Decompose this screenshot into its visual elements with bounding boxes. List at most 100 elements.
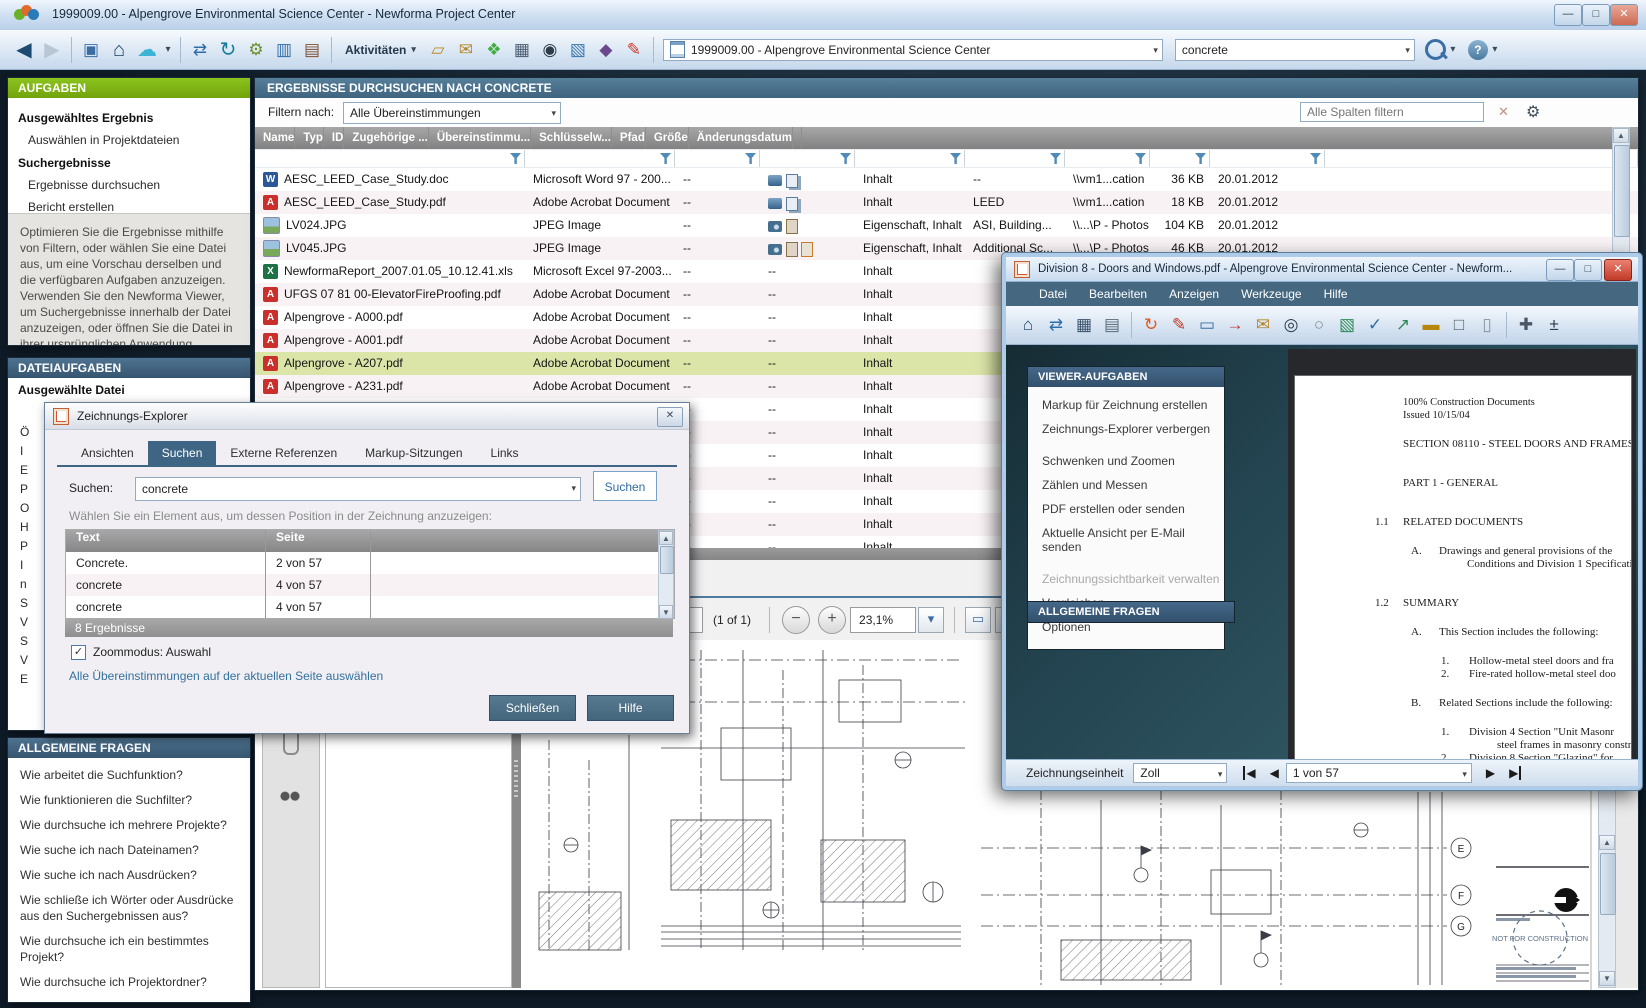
zoom-caret-button[interactable]: ▾ xyxy=(918,607,944,633)
pdf-markup-icon[interactable]: ✎ xyxy=(1166,311,1192,339)
zoom-in-button[interactable]: + xyxy=(818,606,846,634)
next-page-icon[interactable]: ▶ xyxy=(1486,766,1495,780)
zoom-out-button[interactable]: − xyxy=(782,606,810,634)
table-row[interactable]: AESC_LEED_Case_Study.pdf Adobe Acrobat D… xyxy=(255,191,1638,214)
search-icon[interactable] xyxy=(1425,39,1446,60)
select-in-project-files-link[interactable]: Auswählen in Projektdateien xyxy=(18,129,250,151)
column-header[interactable]: Änderungsdatum xyxy=(689,127,793,149)
column-header[interactable]: Typ xyxy=(295,127,324,149)
viewer-task-link[interactable]: PDF erstellen oder senden xyxy=(1028,497,1224,521)
toolbar-separator[interactable] xyxy=(331,37,332,63)
dialog-close-icon[interactable]: ✕ xyxy=(657,407,683,427)
magnifier-icon[interactable]: ○ xyxy=(1306,311,1332,339)
search-options-caret[interactable]: ▾ xyxy=(1447,36,1459,64)
viewer-task-link[interactable]: Zeichnungs-Explorer verbergen xyxy=(1028,417,1224,441)
dialog-tab[interactable]: Markup-Sitzungen xyxy=(351,441,476,465)
binoculars-icon[interactable]: ◎ xyxy=(1278,311,1304,339)
faq-link[interactable]: Wie schließe ich Wörter oder Ausdrücke a… xyxy=(8,888,250,929)
text-select-icon[interactable]: ▭ xyxy=(1194,311,1220,339)
viewer-maximize-button[interactable]: □ xyxy=(1574,259,1602,281)
faq-link[interactable]: Wie durchsuche ich Projektordner? xyxy=(8,970,250,995)
column-header[interactable]: Schlüsselw... xyxy=(531,127,612,149)
markup-document-icon[interactable]: ✎ xyxy=(621,36,647,64)
dialog-search-input[interactable]: concrete ▾ xyxy=(135,477,581,501)
add-contact-icon[interactable]: ◆ xyxy=(593,36,619,64)
table-row[interactable]: AESC_LEED_Case_Study.doc Microsoft Word … xyxy=(255,168,1638,191)
faq-link[interactable]: Wie durchsuche ich Projekt-E-Mails? xyxy=(8,995,250,1002)
viewer-task-link[interactable]: Aktuelle Ansicht per E-Mail senden xyxy=(1028,521,1224,559)
viewer-task-link[interactable]: Zeichnungssichtbarkeit verwalten xyxy=(1028,567,1224,591)
viewer-task-link[interactable]: Markup für Zeichnung erstellen xyxy=(1028,393,1224,417)
clear-filter-icon[interactable]: ✕ xyxy=(1498,104,1509,120)
unit-select[interactable]: Zoll ▾ xyxy=(1133,763,1227,783)
filter-funnel-icon[interactable] xyxy=(510,153,521,164)
help-caret[interactable]: ▾ xyxy=(1489,36,1501,64)
column-settings-gear-icon[interactable]: ⚙ xyxy=(1526,102,1540,122)
toolbar-separator[interactable] xyxy=(1131,312,1132,338)
scroll-down-arrow[interactable]: ▼ xyxy=(1599,971,1615,986)
faq-link[interactable]: Wie durchsuche ich ein bestimmtes Projek… xyxy=(8,929,250,970)
first-page-icon[interactable]: ◀ xyxy=(1243,766,1255,780)
filter-funnel-icon[interactable] xyxy=(840,153,851,164)
pdf-canvas[interactable]: 100% Construction Documents Issued 10/15… xyxy=(1288,349,1636,763)
dialog-tab[interactable]: Suchen xyxy=(148,441,217,465)
filter-funnel-icon[interactable] xyxy=(1195,153,1206,164)
column-header[interactable]: Größe xyxy=(646,127,689,149)
settings-gears-icon[interactable]: ⚙ xyxy=(243,36,269,64)
image-export-icon[interactable]: ▧ xyxy=(1334,311,1360,339)
toolbar-separator[interactable] xyxy=(1506,312,1507,338)
dialog-tab[interactable]: Links xyxy=(477,441,533,465)
dialog-result-row[interactable]: Concrete. 2 von 57 xyxy=(66,552,674,574)
viewer-close-button[interactable]: ✕ xyxy=(1604,259,1632,281)
print-icon[interactable]: ▤ xyxy=(1099,311,1125,339)
address-book-icon[interactable]: ▤ xyxy=(299,36,325,64)
filter-all-columns-input[interactable] xyxy=(1300,102,1484,122)
page-column-header[interactable]: Seite xyxy=(266,530,371,552)
crop-icon[interactable]: □ xyxy=(1446,311,1472,339)
measure-icon[interactable]: ▬ xyxy=(1418,311,1444,339)
column-header[interactable]: Pfad xyxy=(612,127,646,149)
column-header[interactable]: Name xyxy=(255,127,295,149)
last-page-icon[interactable]: ▶ xyxy=(1509,766,1521,780)
select-all-matches-link[interactable]: Alle Übereinstimmungen auf der aktuellen… xyxy=(69,669,383,683)
scroll-up-arrow[interactable]: ▲ xyxy=(1599,835,1615,850)
column-header[interactable]: ID xyxy=(324,127,345,149)
dialog-result-row[interactable]: concrete 4 von 57 xyxy=(66,574,674,596)
save-icon[interactable]: ▦ xyxy=(1071,311,1097,339)
project-email-icon[interactable]: ✉ xyxy=(453,36,479,64)
text-column-header[interactable]: Text xyxy=(66,530,266,552)
dialog-table-scrollbar[interactable]: ▲ ▼ xyxy=(658,530,674,618)
refresh-icon[interactable]: ↻ xyxy=(215,36,241,64)
faq-link[interactable]: Wie suche ich nach Dateinamen? xyxy=(8,838,250,863)
toolbar-separator[interactable] xyxy=(180,37,181,63)
rotate-icon[interactable]: ↻ xyxy=(1138,311,1164,339)
maximize-button[interactable]: □ xyxy=(1582,4,1610,26)
forward-icon[interactable]: ▶ xyxy=(39,36,65,64)
filter-funnel-icon[interactable] xyxy=(745,153,756,164)
menu-item[interactable]: Anzeigen xyxy=(1158,282,1230,306)
cloud-caret-icon[interactable]: ▾ xyxy=(162,36,174,64)
filter-funnel-icon[interactable] xyxy=(1050,153,1061,164)
pdf-send-icon[interactable]: → xyxy=(1222,311,1248,339)
hand-icon[interactable]: ✚ xyxy=(1513,311,1539,339)
page-select[interactable]: 1 von 57 ▾ xyxy=(1286,763,1472,783)
zoom-plusminus-icon[interactable]: ± xyxy=(1541,311,1567,339)
home-icon[interactable]: ⌂ xyxy=(106,36,132,64)
page-icon[interactable]: ▯ xyxy=(1474,311,1500,339)
activities-menu-button[interactable]: Aktivitäten ▾ xyxy=(337,36,424,64)
cloud-icon[interactable]: ☁ xyxy=(134,36,160,64)
filter-funnel-icon[interactable] xyxy=(950,153,961,164)
switch-icon[interactable]: ⇄ xyxy=(1043,311,1069,339)
scroll-up-arrow[interactable]: ▲ xyxy=(1613,128,1629,143)
back-icon[interactable]: ◀ xyxy=(11,36,37,64)
viewer-minimize-button[interactable]: — xyxy=(1546,259,1574,281)
dialog-help-button[interactable]: Hilfe xyxy=(587,695,674,721)
menu-item[interactable]: Werkzeuge xyxy=(1230,282,1312,306)
column-header[interactable]: Übereinstimmu... xyxy=(429,127,531,149)
print-record-icon[interactable]: ▦ xyxy=(509,36,535,64)
zoom-mode-checkbox[interactable]: ✓ xyxy=(71,645,86,660)
home-icon[interactable]: ⌂ xyxy=(1015,311,1041,339)
table-row[interactable]: LV024.JPG JPEG Image -- Eigenschaft, Inh… xyxy=(255,214,1638,237)
switch-view-icon[interactable]: ⇄ xyxy=(187,36,213,64)
open-external-icon[interactable]: ↗ xyxy=(1390,311,1416,339)
